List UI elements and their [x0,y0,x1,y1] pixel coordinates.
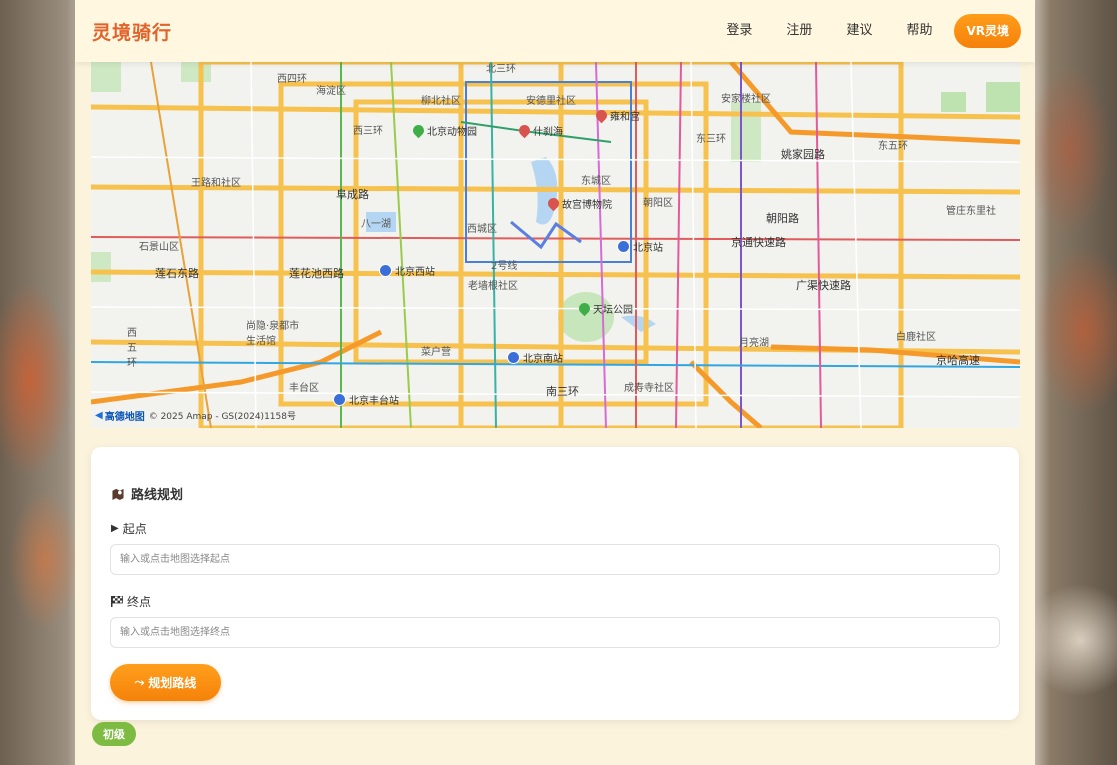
train-station-icon [507,351,520,364]
map-roads [91,62,1020,428]
map-label: 丰台区 [289,383,319,394]
poi-zoo[interactable]: 北京动物园 [410,122,477,139]
map-label: 北三环 [486,64,516,75]
start-label: ▶ 起点 [111,522,147,536]
end-input[interactable] [110,617,1000,648]
map-label: 西三环 [353,126,383,137]
train-station-icon [379,264,392,277]
map-credit: ◀ 高德地图 © 2025 Amap - GS(2024)1158号 [95,408,296,423]
map-label: 京哈高速 [936,354,980,367]
map-route-icon [112,488,124,500]
train-station-icon [617,240,630,253]
poi-temple-of-heaven[interactable]: 天坛公园 [576,300,633,317]
route-title-text: 路线规划 [131,488,184,503]
plan-route-button[interactable]: ⤳ 规划路线 [110,664,221,701]
route-icon: ⤳ [134,675,145,689]
map-label: 莲石东路 [155,267,199,280]
level-badge: 初级 [92,722,136,746]
register-link[interactable]: 注册 [786,14,812,48]
poi-yonghegong[interactable]: 雍和宫 [593,107,640,124]
login-link[interactable]: 登录 [726,14,752,48]
map-label: 王路和社区 [191,178,241,189]
poi-beijing-south-station[interactable]: 北京南站 [507,350,563,365]
map-label: 八一湖 [361,219,391,230]
map-label: 朝阳路 [766,212,799,225]
map-label: 菜户营 [421,347,451,358]
vr-button[interactable]: VR灵境 [954,14,1021,48]
map-label: 东城区 [581,176,611,187]
map-label: 东三环 [696,134,726,145]
map-pin-icon [576,300,593,317]
map-label: 成寿寺社区 [624,383,674,394]
top-navbar: 灵境骑行 登录 注册 建议 帮助 VR灵境 [75,0,1035,62]
help-link[interactable]: 帮助 [906,14,932,48]
map-pin-icon [410,122,427,139]
map-label: 石景山区 [139,242,179,253]
map-label: 尚隐·泉都市生活馆 [246,321,300,347]
route-card-title: 路线规划 [111,484,183,503]
map-label: 安德里社区 [526,96,576,107]
map-label: 西五环 [127,328,137,369]
play-icon: ▶ [111,523,119,534]
map-label: 老墙根社区 [468,281,518,292]
map-label: 姚家园路 [781,148,825,161]
poi-beijing-station[interactable]: 北京站 [617,239,663,254]
poi-beijing-fengtai-station[interactable]: 北京丰台站 [333,392,399,407]
map-label: 月亮湖 [739,338,769,349]
poi-palace-museum[interactable]: 故宫博物院 [545,195,612,212]
map-label: 莲花池西路 [289,267,344,280]
end-label: 终点 [111,593,151,610]
route-planning-card: 路线规划 ▶ 起点 终点 ⤳ 规划路线 [91,447,1019,720]
map-pin-icon [593,107,610,124]
nav-menu: 登录 注册 建议 帮助 VR灵境 [692,14,1021,48]
map-label: 白鹿社区 [896,332,936,343]
amap-arrow-icon: ◀ [95,410,103,421]
start-input[interactable] [110,544,1000,575]
map-label: 广渠快速路 [796,279,851,292]
map-label: 朝阳区 [643,198,673,209]
suggest-link[interactable]: 建议 [846,14,872,48]
map-label: 海淀区 [316,86,346,97]
map-label: 西四环 [277,74,307,85]
poi-beijing-west-station[interactable]: 北京西站 [379,263,435,278]
map-label: 安家楼社区 [721,94,771,105]
site-logo[interactable]: 灵境骑行 [92,18,172,45]
train-station-icon [333,393,346,406]
map-label: 阜成路 [336,188,369,201]
poi-shichahai[interactable]: 什刹海 [516,122,563,139]
map-label: 西城区 [467,224,497,235]
map-label: 京通快速路 [731,236,786,249]
map-label: 东五环 [878,141,908,152]
map-view[interactable]: 西四环 海淀区 柳北社区 北三环 安德里社区 安家楼社区 东三环 东五环 姚家园… [91,62,1020,428]
map-label: 管庄东里社 [946,206,996,217]
map-pin-icon [545,195,562,212]
amap-logo[interactable]: 高德地图 [105,408,145,423]
map-label: 南三环 [546,385,579,398]
map-copyright: © 2025 Amap - GS(2024)1158号 [148,412,296,422]
map-label: 柳北社区 [421,96,461,107]
map-pin-icon [516,122,533,139]
map-label: 2号线 [491,261,518,272]
checkered-flag-icon [111,596,123,607]
